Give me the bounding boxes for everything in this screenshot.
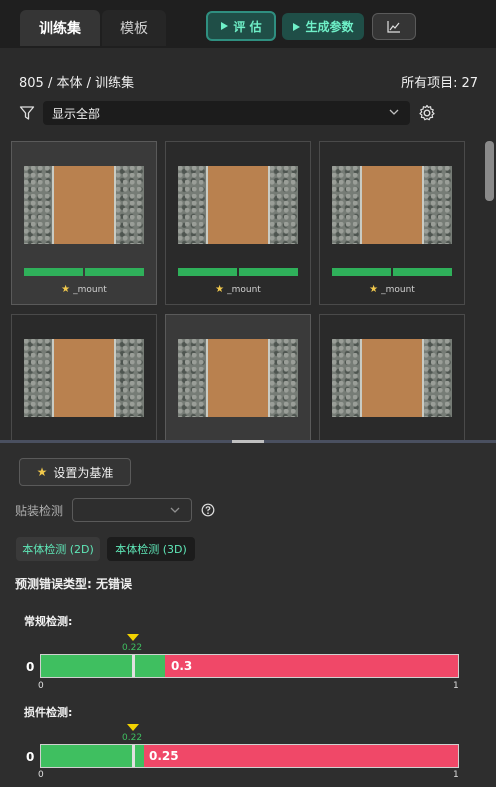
component-image: [332, 339, 452, 417]
all-items-count: 27: [461, 76, 478, 91]
card-tag: ★ _mount: [61, 284, 107, 295]
filter-select-value: 显示全部: [52, 106, 101, 121]
normal-detect-gauge: 0.3: [40, 654, 459, 678]
card-tag: ★ _mount: [369, 284, 415, 295]
axis-min: 0: [38, 681, 44, 691]
eval-button[interactable]: 评 估: [206, 11, 276, 41]
threshold-marker-icon: [127, 724, 139, 731]
image-card[interactable]: ★ _mount: [165, 141, 311, 305]
card-tag: ★ _mount: [215, 284, 261, 295]
gauge-fill: [41, 655, 165, 677]
threshold-line: [132, 655, 135, 677]
component-image: [178, 339, 298, 417]
damage-threshold-value: 0.22: [122, 733, 143, 743]
generate-params-label: 生成参数: [305, 20, 354, 34]
status-bar: [24, 268, 83, 276]
mount-detect-select[interactable]: [72, 498, 192, 522]
normal-score: 0.3: [171, 659, 193, 673]
threshold-line: [132, 745, 135, 767]
status-bar: [393, 268, 452, 276]
axis-min: 0: [38, 770, 44, 780]
normal-detect-label: 常规检测:: [24, 615, 73, 628]
star-icon: ★: [61, 284, 71, 295]
chart-button[interactable]: [372, 13, 416, 40]
image-card[interactable]: [165, 314, 311, 440]
eval-label: 评 估: [233, 19, 262, 34]
tab-train[interactable]: 训练集: [20, 10, 100, 46]
filter-select[interactable]: 显示全部: [43, 101, 410, 125]
tab-body-detect-3d[interactable]: 本体检测 (3D): [107, 537, 195, 561]
chevron-down-icon: [389, 109, 399, 115]
threshold-marker-icon: [127, 634, 139, 641]
top-bar: 训练集 模板 评 估 生成参数: [0, 0, 496, 48]
damage-detect-label: 损件检测:: [24, 706, 73, 719]
item-count: 所有项目: 27: [397, 72, 478, 91]
image-card[interactable]: [11, 314, 157, 440]
damage-zero-label: 0: [26, 750, 35, 764]
filter-icon[interactable]: [19, 105, 35, 121]
all-items-label: 所有项目:: [401, 76, 458, 91]
play-icon: [221, 22, 229, 30]
play-icon: [293, 22, 301, 31]
normal-threshold-value: 0.22: [122, 643, 143, 653]
detail-panel: [0, 443, 496, 787]
tab-body-detect-2d[interactable]: 本体检测 (2D): [16, 537, 100, 561]
component-image: [178, 166, 298, 244]
help-icon[interactable]: [201, 503, 215, 517]
damage-detect-gauge: 0.25: [40, 744, 459, 768]
star-icon: ★: [36, 465, 48, 479]
status-bar: [85, 268, 144, 276]
star-icon: ★: [215, 284, 225, 295]
normal-zero-label: 0: [26, 660, 35, 674]
tab-template[interactable]: 模板: [102, 10, 166, 46]
image-card[interactable]: ★ _mount: [319, 141, 465, 305]
image-card[interactable]: ★ _mount: [11, 141, 157, 305]
damage-score: 0.25: [149, 749, 179, 763]
image-grid: ★ _mount ★ _mount ★ _mount: [0, 136, 496, 440]
gauge-fill: [41, 745, 144, 767]
status-bar: [239, 268, 298, 276]
generate-params-button[interactable]: 生成参数: [282, 13, 364, 40]
chart-icon: [387, 20, 400, 33]
scrollbar-thumb[interactable]: [485, 141, 494, 201]
axis-max: 1: [453, 770, 459, 780]
chevron-down-icon: [170, 507, 180, 513]
breadcrumb: 805 / 本体 / 训练集: [19, 76, 135, 91]
axis-max: 1: [453, 681, 459, 691]
component-image: [332, 166, 452, 244]
status-bar: [178, 268, 237, 276]
image-card[interactable]: [319, 314, 465, 440]
component-image: [24, 339, 144, 417]
mount-detect-label: 贴装检测: [15, 504, 64, 518]
component-image: [24, 166, 144, 244]
status-bar: [332, 268, 391, 276]
set-base-label: 设置为基准: [53, 465, 114, 480]
gear-icon[interactable]: [418, 104, 436, 122]
prediction-error-type: 预测错误类型: 无错误: [15, 577, 132, 591]
star-icon: ★: [369, 284, 379, 295]
set-base-button[interactable]: ★ 设置为基准: [19, 458, 131, 486]
